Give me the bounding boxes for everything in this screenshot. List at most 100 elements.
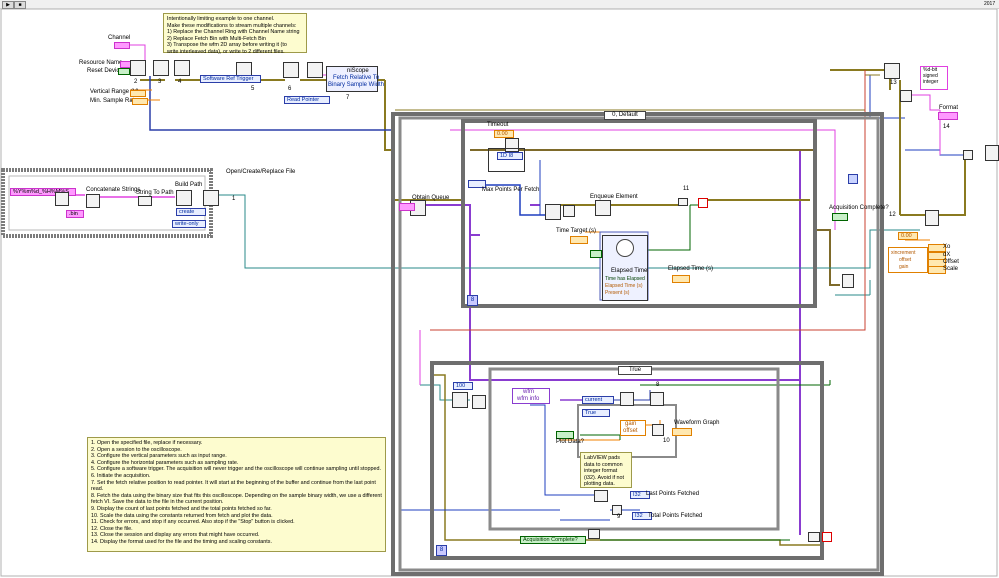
read-pointer-constant[interactable]: Read Pointer	[284, 96, 330, 104]
run-icon[interactable]: ▶	[2, 1, 14, 9]
note-line: 2. Open a session to the oscilloscope.	[91, 446, 182, 453]
unbundle-icon[interactable]	[472, 395, 486, 409]
min-sample-rate-control[interactable]	[132, 98, 148, 105]
build-path-icon[interactable]	[176, 190, 192, 206]
reset-device-control[interactable]	[118, 68, 130, 75]
loop-iteration-terminal-lower: 8	[436, 545, 447, 556]
time-target-control[interactable]	[570, 236, 588, 244]
vertical-range-control[interactable]	[130, 90, 146, 97]
note-line: 12. Close the file.	[91, 525, 133, 532]
xo-label: Xo	[943, 244, 951, 250]
format-indicator	[938, 112, 958, 120]
write-only-constant[interactable]: write-only	[172, 220, 206, 228]
plot-data-control[interactable]	[556, 431, 574, 439]
step-label: 13	[890, 80, 897, 86]
channel-label: Channel	[108, 35, 131, 41]
elapsed-time-title: Elapsed Time	[611, 268, 648, 274]
acq-complete-local: Acquisition Complete?	[520, 536, 586, 544]
timeout-constant[interactable]: 0.00	[494, 130, 514, 138]
niscope-vertical-icon[interactable]	[153, 60, 169, 76]
niscope-init-icon[interactable]	[130, 60, 146, 76]
note-line: 4. Configure the horizontal parameters s…	[91, 459, 239, 466]
niscope-property-node[interactable]: niScope Fetch Relative To Binary Sample …	[326, 66, 384, 92]
queue-name-constant[interactable]	[399, 203, 415, 211]
version-label: 2017	[984, 1, 996, 7]
software-ref-trigger-constant[interactable]: Software Ref Trigger	[200, 75, 261, 83]
set-file-position-icon[interactable]	[620, 392, 634, 406]
merge-errors-icon[interactable]	[963, 150, 973, 160]
last-points-label: Last Points Fetched	[646, 491, 700, 497]
present-label: Present (s)	[605, 290, 630, 296]
note-line: 14. Display the format used for the file…	[91, 538, 272, 545]
note-line: 7. Set the fetch relative position to re…	[91, 479, 376, 493]
acq-complete-indicator	[832, 213, 848, 221]
note-line: 6. Initiate the acquisition.	[91, 472, 151, 479]
timeout-label: Timeout	[487, 122, 509, 128]
open-file-label: Open/Create/Replace File	[226, 169, 296, 175]
format-into-string-icon[interactable]	[900, 90, 912, 102]
elapsed-time-indicator-label: Elapsed Time (s)	[668, 266, 714, 272]
bin-extension-constant[interactable]: .bin	[66, 210, 84, 218]
note-line: 9. Display the count of last points fetc…	[91, 505, 272, 512]
fetch-relative-to-label: Fetch Relative To	[333, 75, 380, 81]
note-line: write interleaved data), or write to 2 d…	[167, 48, 285, 55]
step-label: 3	[158, 79, 162, 85]
step-label: 1	[232, 196, 236, 202]
create-constant[interactable]: create	[176, 208, 206, 216]
write-binary-icon[interactable]	[650, 392, 664, 406]
labview-pad-note: LabVIEW pads data to common integer form…	[580, 452, 632, 488]
format-datetime-icon[interactable]	[55, 192, 69, 206]
xo-constant[interactable]: 0.00	[898, 232, 918, 240]
format-string-constant-right[interactable]: %d-bit signed integer	[920, 66, 948, 90]
niscope-property-icon[interactable]	[307, 62, 323, 78]
step-label: 9	[617, 514, 621, 520]
cluster-xincrement: xincrement	[891, 250, 916, 256]
concatenate-strings-icon[interactable]	[86, 194, 100, 208]
unbundle-by-name: wfm wfm info	[512, 388, 550, 404]
note-line: 2) Replace Fetch Bin with Multi-Fetch Bi…	[167, 35, 266, 42]
current-constant[interactable]: current	[582, 396, 614, 404]
string-to-path-icon[interactable]	[138, 196, 152, 206]
channel-control[interactable]	[114, 42, 130, 49]
waveform-graph-label: Waveform Graph	[674, 420, 720, 426]
case-selector-default[interactable]: 0, Default	[604, 111, 646, 120]
elapsed-time-output-label: Elapsed Time (s)	[605, 283, 643, 289]
offset-label: Offset	[943, 259, 959, 265]
fetch-data-icon[interactable]	[545, 204, 561, 220]
enqueue-icon[interactable]	[595, 200, 611, 216]
step-label: 12	[889, 212, 896, 218]
elapsed-time-express-vi[interactable]: Elapsed Time Time has Elapsed Elapsed Ti…	[602, 235, 648, 301]
note-line: 8. Fetch the data using the binary size …	[91, 492, 382, 506]
close-session-icon[interactable]	[884, 63, 900, 79]
or-gate-icon	[678, 198, 688, 206]
niscope-initiate-icon[interactable]	[283, 62, 299, 78]
true-case-selector-inner[interactable]: True	[582, 409, 610, 417]
time-target-label: Time Target (s)	[556, 228, 597, 234]
note-top: Intentionally limiting example to one ch…	[163, 13, 307, 55]
step-label: 4	[178, 79, 182, 85]
timeout-100-constant[interactable]: 100	[453, 382, 473, 390]
note-line: 5. Configure a software trigger. The acq…	[91, 466, 381, 473]
binary-sample-width-label: Binary Sample Width	[328, 82, 385, 88]
dequeue-icon[interactable]	[452, 392, 468, 408]
reset-boolean[interactable]	[590, 250, 602, 258]
step-label: 8	[656, 382, 660, 388]
total-points-label: Total Points Fetched	[648, 513, 703, 519]
close-file-icon[interactable]	[925, 210, 939, 226]
case-selector-true[interactable]: True	[618, 366, 652, 375]
gain-label: gain	[625, 421, 637, 427]
note-line: 1. Open the specified file, replace if n…	[91, 440, 203, 446]
note-line: 10. Scale the data using the constants r…	[91, 512, 273, 519]
niscope-label: niScope	[347, 68, 369, 74]
resource-name-label: Resource Name	[79, 60, 123, 66]
release-queue-icon[interactable]	[842, 274, 854, 288]
abort-icon[interactable]: ■	[14, 1, 26, 9]
step-label: 2	[134, 79, 138, 85]
open-file-icon[interactable]	[203, 190, 219, 206]
build-path-label: Build Path	[175, 182, 203, 188]
fetch-type-box	[488, 148, 525, 172]
write-data-icon[interactable]	[563, 205, 575, 217]
niscope-horizontal-icon[interactable]	[174, 60, 190, 76]
loop-iteration-terminal: 8	[467, 295, 478, 306]
simple-error-handler-icon[interactable]	[985, 145, 999, 161]
